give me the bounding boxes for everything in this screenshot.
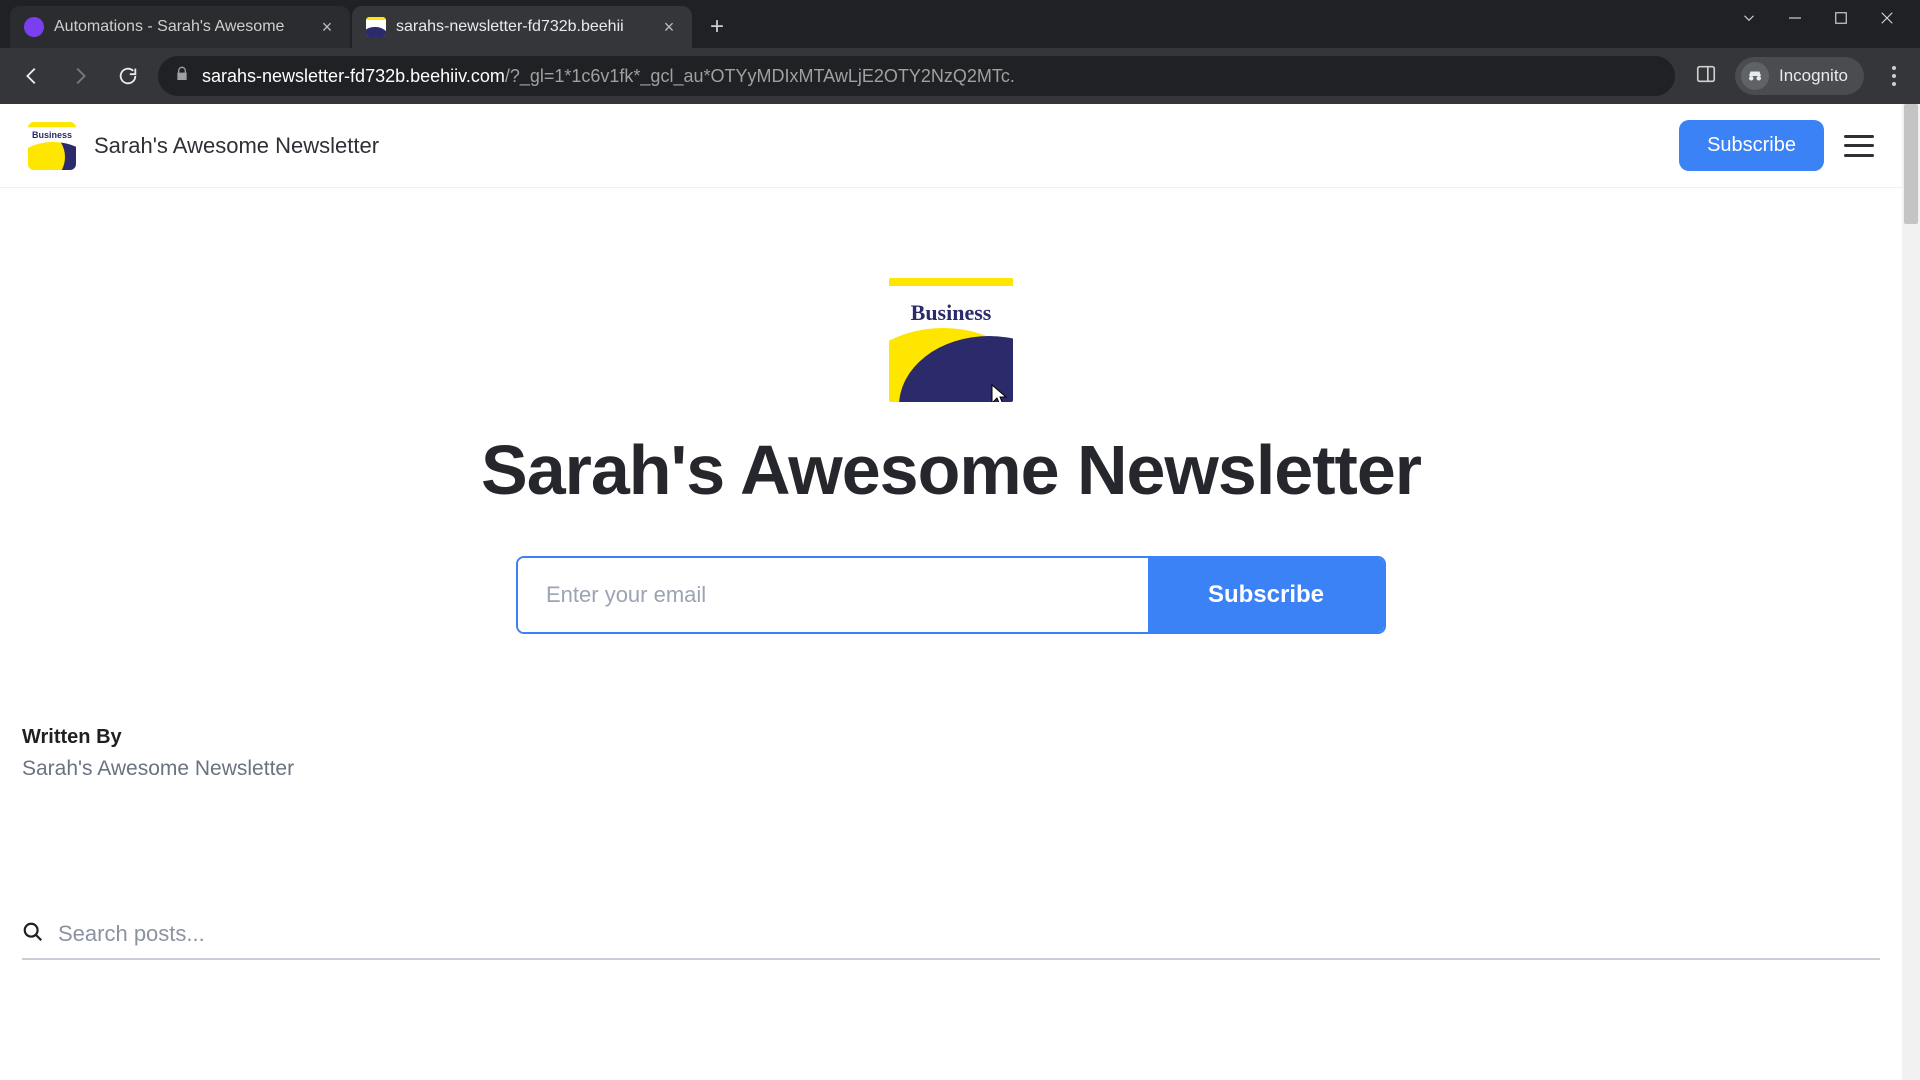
subscribe-button[interactable]: Subscribe	[1679, 120, 1824, 171]
page-content: Business Sarah's Awesome Newsletter Subs…	[0, 104, 1902, 1080]
browser-menu-button[interactable]	[1882, 66, 1906, 86]
page-viewport: Business Sarah's Awesome Newsletter Subs…	[0, 104, 1920, 1080]
reload-button[interactable]	[110, 58, 146, 94]
window-controls	[1716, 0, 1920, 40]
written-by-value: Sarah's Awesome Newsletter	[22, 757, 1880, 781]
search-icon	[22, 921, 44, 948]
url-path: /?_gl=1*1c6v1fk*_gcl_au*OTYyMDIxMTAwLjE2…	[505, 66, 1015, 86]
tab-automations[interactable]: Automations - Sarah's Awesome ×	[10, 6, 350, 48]
scrollbar[interactable]	[1902, 104, 1920, 1080]
site-logo-icon[interactable]: Business	[28, 122, 76, 170]
maximize-icon[interactable]	[1832, 9, 1850, 32]
search-input[interactable]	[58, 921, 1880, 947]
incognito-label: Incognito	[1779, 66, 1848, 86]
cursor-icon	[991, 384, 1007, 402]
toolbar-right: Incognito	[1687, 57, 1906, 95]
url-text: sarahs-newsletter-fd732b.beehiiv.com/?_g…	[202, 66, 1635, 87]
forward-button[interactable]	[62, 58, 98, 94]
subscribe-submit-button[interactable]: Subscribe	[1148, 558, 1384, 632]
lock-icon	[174, 66, 190, 87]
incognito-indicator[interactable]: Incognito	[1735, 57, 1864, 95]
menu-icon[interactable]	[1844, 135, 1874, 157]
favicon-automations-icon	[24, 17, 44, 37]
favicon-newsletter-icon	[366, 17, 386, 37]
tab-title: sarahs-newsletter-fd732b.beehii	[396, 18, 650, 36]
browser-chrome: Automations - Sarah's Awesome × sarahs-n…	[0, 0, 1920, 104]
email-input[interactable]	[518, 558, 1148, 632]
address-bar[interactable]: sarahs-newsletter-fd732b.beehiiv.com/?_g…	[158, 56, 1675, 96]
minimize-icon[interactable]	[1786, 9, 1804, 32]
new-tab-button[interactable]: +	[700, 10, 734, 44]
tab-newsletter[interactable]: sarahs-newsletter-fd732b.beehii ×	[352, 6, 692, 48]
hero-section: Business Sarah's Awesome Newsletter Subs…	[0, 188, 1902, 634]
subscribe-form: Subscribe	[516, 556, 1386, 634]
hero-title: Sarah's Awesome Newsletter	[481, 434, 1421, 508]
written-by-block: Written By Sarah's Awesome Newsletter	[0, 634, 1902, 781]
hero-logo-word: Business	[889, 286, 1013, 326]
tab-search-icon[interactable]	[1740, 9, 1758, 32]
close-icon[interactable]: ×	[660, 17, 678, 38]
logo-word: Business	[28, 127, 76, 140]
tab-title: Automations - Sarah's Awesome	[54, 18, 308, 36]
search-posts	[22, 921, 1880, 960]
tab-strip: Automations - Sarah's Awesome × sarahs-n…	[0, 0, 1920, 48]
url-domain: sarahs-newsletter-fd732b.beehiiv.com	[202, 66, 505, 86]
close-icon[interactable]: ×	[318, 17, 336, 38]
close-window-icon[interactable]	[1878, 9, 1896, 32]
hero-logo-icon[interactable]: Business	[889, 278, 1013, 402]
site-header: Business Sarah's Awesome Newsletter Subs…	[0, 104, 1902, 188]
scrollbar-thumb[interactable]	[1904, 104, 1918, 224]
written-by-label: Written By	[22, 726, 1880, 749]
back-button[interactable]	[14, 58, 50, 94]
incognito-icon	[1741, 62, 1769, 90]
side-panel-icon[interactable]	[1695, 63, 1717, 90]
browser-toolbar: sarahs-newsletter-fd732b.beehiiv.com/?_g…	[0, 48, 1920, 104]
site-name: Sarah's Awesome Newsletter	[94, 133, 379, 159]
